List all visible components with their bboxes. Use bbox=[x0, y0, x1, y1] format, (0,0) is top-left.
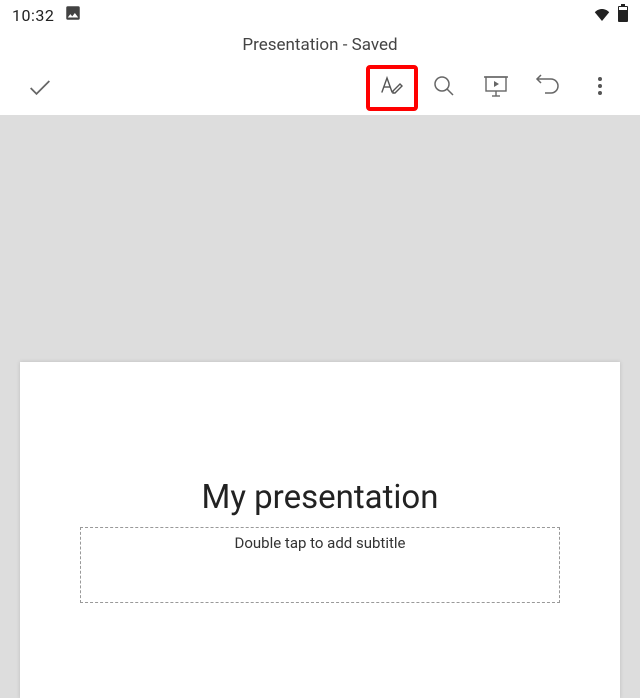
done-button[interactable] bbox=[14, 65, 66, 111]
more-button[interactable] bbox=[574, 65, 626, 111]
presentation-icon bbox=[483, 73, 509, 103]
document-title-row: Presentation - Saved bbox=[0, 30, 640, 60]
slide-subtitle-placeholder[interactable]: Double tap to add subtitle bbox=[80, 527, 560, 603]
text-format-button[interactable] bbox=[366, 65, 418, 111]
battery-icon bbox=[618, 4, 628, 26]
undo-icon bbox=[535, 73, 561, 103]
status-time: 10:32 bbox=[12, 6, 54, 25]
slide[interactable]: My presentation Double tap to add subtit… bbox=[20, 362, 620, 698]
toolbar bbox=[0, 60, 640, 116]
subtitle-placeholder-text: Double tap to add subtitle bbox=[235, 534, 406, 602]
image-icon bbox=[64, 4, 82, 26]
search-button[interactable] bbox=[418, 65, 470, 111]
slide-title[interactable]: My presentation bbox=[202, 478, 439, 517]
present-button[interactable] bbox=[470, 65, 522, 111]
text-pen-icon bbox=[379, 73, 405, 103]
wifi-icon bbox=[592, 5, 612, 25]
undo-button[interactable] bbox=[522, 65, 574, 111]
slide-canvas[interactable]: My presentation Double tap to add subtit… bbox=[0, 116, 640, 698]
document-title: Presentation - Saved bbox=[242, 35, 397, 55]
search-icon bbox=[432, 74, 456, 102]
status-bar: 10:32 bbox=[0, 0, 640, 30]
more-vertical-icon bbox=[588, 74, 612, 102]
